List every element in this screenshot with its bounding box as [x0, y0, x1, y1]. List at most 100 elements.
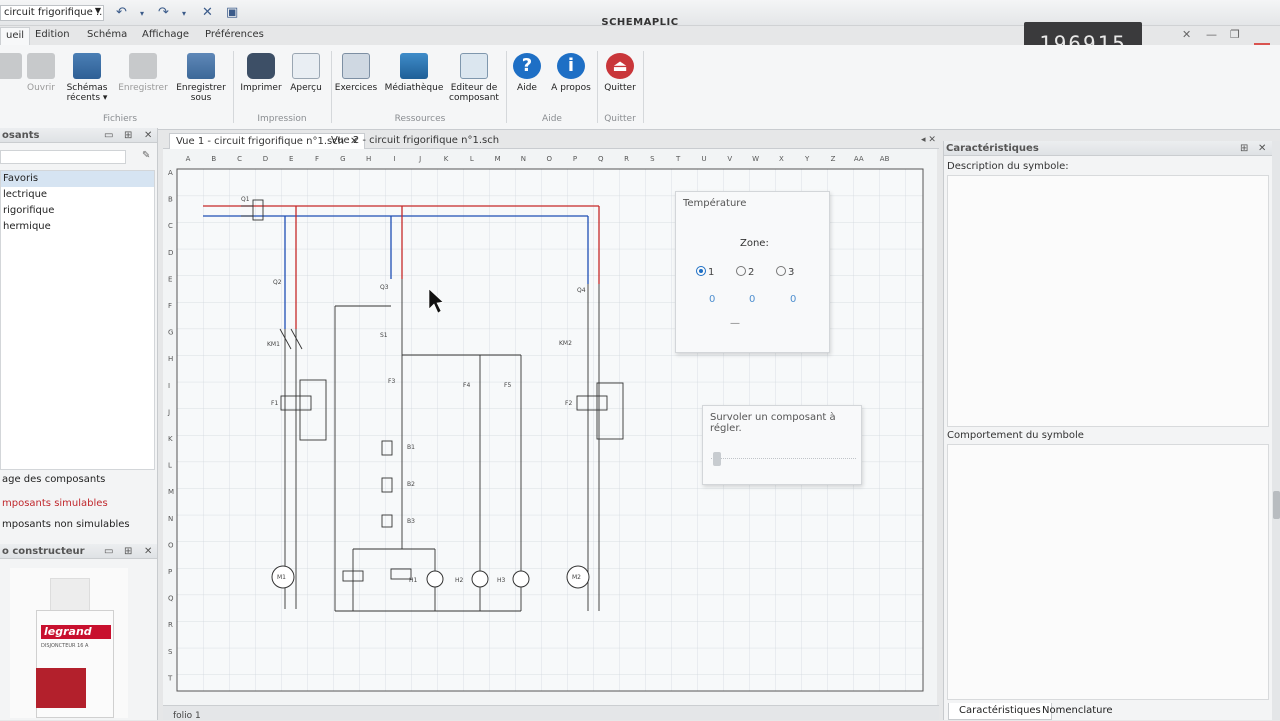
column-label: I: [393, 155, 395, 163]
constructor-panel: o constructeur ▭ ⊞ ✕ legrand DISJONCTEUR…: [0, 544, 158, 720]
recent-schemas-icon: [73, 53, 101, 79]
close-icon[interactable]: ✕: [144, 544, 152, 559]
simulable-components-link[interactable]: mposants simulables: [2, 498, 108, 509]
tab-list-icon[interactable]: ◂ ✕: [921, 135, 936, 145]
label-s1: S1: [380, 332, 388, 339]
wand-icon[interactable]: ✕: [202, 5, 213, 20]
column-label: G: [340, 155, 345, 163]
vertical-scrollbar[interactable]: [1272, 141, 1280, 720]
exercises-icon: [342, 53, 370, 79]
chevron-down-icon[interactable]: ▾: [140, 9, 144, 18]
chevron-down-icon[interactable]: ▾: [182, 9, 186, 18]
non-simulable-components-link[interactable]: mposants non simulables: [2, 519, 130, 530]
adjust-slider-track[interactable]: [711, 458, 856, 462]
quit-button[interactable]: ⏏ Quitter: [601, 53, 639, 93]
new-button[interactable]: [0, 53, 22, 83]
tree-item-thermique[interactable]: hermique: [1, 219, 154, 235]
float-panel-icon[interactable]: ▭: [104, 128, 113, 143]
recent-schemas-button[interactable]: Schémas récents ▾: [62, 53, 112, 103]
label-km2: KM2: [559, 340, 572, 347]
tab-nomenclature[interactable]: Nomenclature: [1032, 703, 1123, 720]
print-button[interactable]: Imprimer: [238, 53, 284, 93]
scrollbar-thumb[interactable]: [1273, 491, 1280, 519]
adjust-slider-knob[interactable]: [713, 452, 721, 466]
pin-icon[interactable]: ⊞: [124, 544, 132, 559]
row-label: B: [168, 196, 173, 204]
tab-preferences[interactable]: Préférences: [200, 27, 269, 45]
group-label-quit: Quitter: [604, 114, 636, 124]
tab-affichage[interactable]: Affichage: [137, 27, 194, 45]
horizontal-scrollbar[interactable]: [163, 705, 939, 720]
tab-accueil[interactable]: ueil: [0, 27, 31, 45]
label-m2: M2: [572, 574, 581, 581]
column-labels: A B C D E F G H I J K L M N O P Q R S T U V W X Y Z AA AB: [186, 155, 890, 163]
preview-button[interactable]: Aperçu: [286, 53, 326, 93]
minimize-icon[interactable]: ✕: [1182, 28, 1191, 41]
media-library-button[interactable]: Médiathèque: [384, 53, 444, 93]
zone-radio-3[interactable]: 3: [776, 266, 794, 278]
float-panel-icon[interactable]: ▭: [104, 544, 113, 559]
label-q4: Q4: [577, 287, 586, 294]
redo-icon[interactable]: ↷: [158, 5, 169, 20]
zone-radio-1[interactable]: 1: [696, 266, 714, 278]
column-label: Q: [598, 155, 604, 163]
tab-view-2[interactable]: Vue 2 - circuit frigorifique n°1.sch: [325, 133, 505, 149]
column-label: A: [186, 155, 191, 163]
zone-radio-2-label: 2: [748, 267, 755, 278]
component-search-input[interactable]: [0, 150, 126, 164]
tab-view-1-label: Vue 1 - circuit frigorifique n°1.sch: [176, 136, 345, 147]
ribbon-separator: [233, 51, 234, 123]
minimize-window-icon[interactable]: —: [1206, 28, 1217, 41]
help-icon: ?: [513, 53, 541, 79]
brush-icon[interactable]: ✎: [142, 150, 150, 161]
row-label: Q: [168, 595, 174, 603]
pin-icon[interactable]: ⊞: [124, 128, 132, 143]
legrand-logo: legrand: [41, 625, 111, 639]
media-library-icon: [400, 53, 428, 79]
document-selector[interactable]: circuit frigorifique ... ▼: [0, 5, 104, 21]
column-label: V: [727, 155, 732, 163]
column-label: J: [418, 155, 421, 163]
behavior-box[interactable]: [947, 444, 1269, 700]
monitor-icon[interactable]: ▣: [226, 5, 238, 20]
open-folder-icon: [27, 53, 55, 79]
product-image: legrand DISJONCTEUR 16 A: [10, 568, 128, 718]
tree-item-frigorifique[interactable]: rigorifique: [1, 203, 154, 219]
tree-item-favoris[interactable]: Favoris: [1, 171, 154, 187]
description-box[interactable]: [947, 175, 1269, 427]
row-label: N: [168, 515, 173, 523]
tree-item-electrique[interactable]: lectrique: [1, 187, 154, 203]
temperature-footer: —: [730, 318, 740, 329]
exercises-button[interactable]: Exercices: [334, 53, 378, 93]
open-button[interactable]: Ouvrir: [24, 53, 58, 93]
close-icon[interactable]: ✕: [144, 128, 152, 143]
component-editor-button[interactable]: Editeur de composant: [448, 53, 500, 103]
close-icon[interactable]: ✕: [1258, 141, 1266, 156]
label-f2: F2: [565, 400, 572, 407]
tab-schema[interactable]: Schéma: [82, 27, 132, 45]
recent-schemas-label: Schémas récents ▾: [66, 83, 108, 103]
zone-radio-2[interactable]: 2: [736, 266, 754, 278]
product-spec: DISJONCTEUR 16 A: [41, 643, 89, 649]
label-km1: KM1: [267, 341, 280, 348]
zone-label: Zone:: [740, 238, 769, 249]
components-display-link[interactable]: age des composants: [2, 474, 105, 485]
undo-icon[interactable]: ↶: [116, 5, 127, 20]
save-button[interactable]: Enregistrer: [116, 53, 170, 93]
row-label: G: [168, 329, 173, 337]
save-as-button[interactable]: Enregistrer sous: [174, 53, 228, 103]
ribbon-separator: [597, 51, 598, 123]
ribbon-separator: [506, 51, 507, 123]
behavior-label: Comportement du symbole: [947, 430, 1084, 441]
column-label: F: [315, 155, 319, 163]
help-button[interactable]: ? Aide: [510, 53, 544, 93]
label-f1: F1: [271, 400, 278, 407]
component-editor-icon: [460, 53, 488, 79]
pin-icon[interactable]: ⊞: [1240, 141, 1248, 156]
about-button[interactable]: i A propos: [549, 53, 593, 93]
column-label: O: [546, 155, 552, 163]
media-library-label: Médiathèque: [384, 83, 444, 93]
column-label: AB: [880, 155, 890, 163]
tab-edition[interactable]: Edition: [30, 27, 75, 45]
maximize-icon[interactable]: ❐: [1230, 28, 1240, 41]
